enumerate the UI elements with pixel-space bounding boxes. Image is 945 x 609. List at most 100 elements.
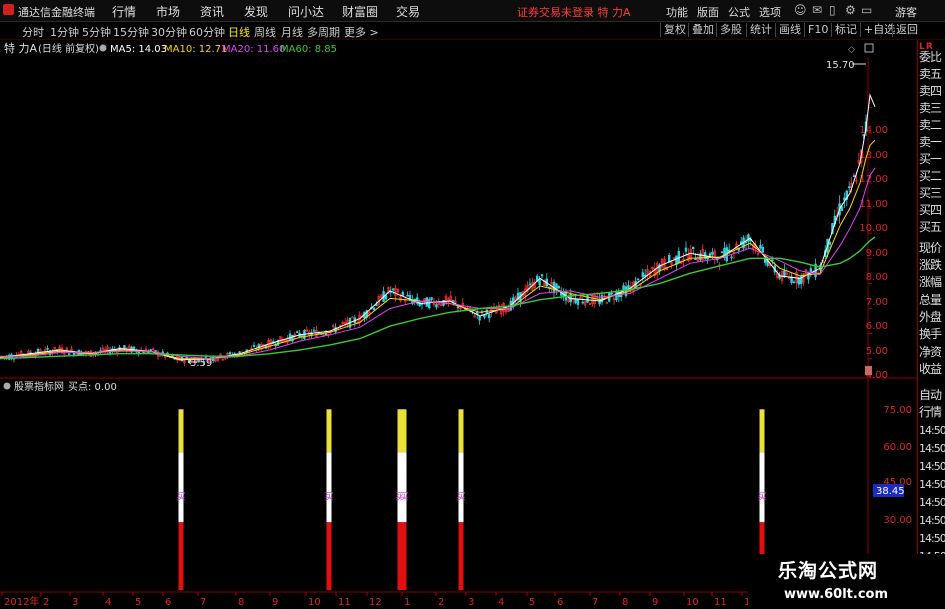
label-ask2: 卖二: [919, 118, 942, 132]
zoom-icon[interactable]: [864, 43, 874, 53]
candle-body: [406, 294, 409, 297]
label-change-pct: 涨幅: [919, 275, 942, 289]
candle-body: [351, 316, 354, 319]
quote-side-panel: L R 委比 卖五 卖四 卖三 卖二 卖一 买一 买二 买三 买四 买五 现价 …: [918, 40, 945, 609]
candle-body: [123, 345, 126, 350]
candle-body: [636, 278, 640, 281]
price-tick: 10.00: [859, 223, 888, 234]
candle-body: [46, 347, 49, 350]
chart-area[interactable]: 特 力A (日线 前复权) MA5: 14.03 MA10: 12.71 MA2…: [0, 40, 945, 609]
mail-icon[interactable]: ✉: [812, 3, 822, 17]
tick-time: 14:50: [919, 532, 945, 545]
candle-body: [763, 258, 767, 263]
period-monthly[interactable]: 月线: [281, 24, 303, 40]
period-tick[interactable]: 分时: [22, 24, 44, 40]
menu-trade[interactable]: 交易: [396, 3, 420, 20]
menu-wealth[interactable]: 财富圈: [342, 3, 378, 20]
signal-bar-white: [458, 452, 464, 523]
low-price-label: 3.59: [190, 358, 212, 369]
settings-icon[interactable]: ⚙: [845, 3, 856, 17]
indicator-tick: 75.00: [883, 405, 912, 416]
candle-body: [391, 288, 395, 291]
settings-dot-icon[interactable]: [99, 44, 107, 52]
btn-draw[interactable]: 画线: [775, 23, 804, 37]
label-price: 现价: [919, 241, 942, 255]
candle-body: [528, 283, 532, 286]
signal-bar-white: [401, 452, 407, 523]
label-quotes[interactable]: 行情: [919, 403, 942, 420]
menu-layout[interactable]: 版面: [697, 4, 719, 20]
signal-bar-yellow: [178, 409, 184, 453]
period-1min[interactable]: 1分钟: [50, 24, 79, 40]
period-5min[interactable]: 5分钟: [82, 24, 111, 40]
period-30min[interactable]: 30分钟: [151, 24, 187, 40]
btn-f10[interactable]: F10: [804, 23, 831, 37]
label-ask4: 卖四: [919, 84, 942, 98]
x-tick-label: 12: [369, 597, 382, 608]
menu-quotes[interactable]: 行情: [112, 3, 136, 20]
x-tick-label: 11: [338, 597, 351, 608]
main-chart-legend: 特 力A (日线 前复权) MA5: 14.03 MA10: 12.71 MA2…: [4, 41, 337, 55]
period-15min[interactable]: 15分钟: [113, 24, 149, 40]
x-tick-label: 2: [438, 597, 444, 608]
mobile-icon[interactable]: ▯: [829, 3, 836, 17]
btn-back[interactable]: 返回: [892, 23, 921, 37]
ma20-line: [0, 167, 876, 360]
login-notice[interactable]: 证券交易未登录 特 力A: [517, 4, 631, 20]
period-multi[interactable]: 多周期: [307, 24, 340, 40]
indicator-legend: 股票指标网 买点: 0.00: [3, 380, 117, 393]
label-bid2: 买二: [919, 169, 942, 183]
candle-body: [840, 206, 844, 211]
ma5-line: [0, 93, 876, 361]
indicator-settings-icon[interactable]: [3, 382, 11, 390]
period-more[interactable]: 更多 >: [344, 24, 379, 40]
x-tick-label: 10: [308, 597, 321, 608]
diamond-icon[interactable]: ◇: [848, 45, 855, 55]
candle-body: [847, 186, 851, 188]
price-tick: 11.00: [859, 199, 888, 210]
candle-body: [771, 259, 774, 261]
x-tick-label: 7: [592, 597, 598, 608]
menu-function[interactable]: 功能: [666, 4, 688, 20]
btn-overlay[interactable]: 叠加: [688, 23, 717, 37]
menu-options[interactable]: 选项: [759, 4, 781, 20]
btn-multi-stock[interactable]: 多股: [716, 23, 745, 37]
label-earnings: 收益: [919, 362, 942, 376]
candle-body: [312, 329, 316, 332]
feedback-icon[interactable]: ☺: [794, 3, 807, 17]
candle-body: [384, 295, 388, 300]
menu-news[interactable]: 资讯: [200, 3, 224, 20]
candle-body: [828, 241, 832, 245]
moving-average-lines: [0, 93, 876, 361]
period-60min[interactable]: 60分钟: [189, 24, 225, 40]
period-daily[interactable]: 日线: [228, 24, 250, 40]
menu-discover[interactable]: 发现: [244, 3, 268, 20]
label-change: 涨跌: [919, 258, 942, 272]
candle-body: [581, 301, 585, 304]
x-tick-label: 3: [72, 597, 78, 608]
label-auto[interactable]: 自动: [919, 386, 942, 403]
menu-ask[interactable]: 问小达: [288, 3, 324, 20]
x-tick-label: 3: [468, 597, 474, 608]
time-x-axis: 2012年23456789101112123456789101112: [1, 592, 757, 608]
monitor-icon[interactable]: ▭: [861, 3, 872, 17]
guest-label[interactable]: 游客: [895, 4, 917, 20]
buy-signal-label: 买: [456, 492, 465, 503]
x-tick-label: 9: [272, 597, 278, 608]
btn-mark[interactable]: 标记: [831, 23, 860, 37]
signal-bar-red: [178, 522, 184, 590]
menu-formula[interactable]: 公式: [728, 4, 750, 20]
candle-body: [677, 251, 681, 264]
candle-body: [576, 299, 580, 305]
btn-stats[interactable]: 统计: [746, 23, 775, 37]
candle-body: [586, 294, 589, 303]
menu-market[interactable]: 市场: [156, 3, 180, 20]
label-turnover: 换手: [919, 327, 942, 341]
candle-body: [809, 268, 813, 272]
indicator-value: 买点: 0.00: [68, 381, 117, 393]
scroll-marker-icon[interactable]: [865, 366, 872, 375]
period-weekly[interactable]: 周线: [254, 24, 276, 40]
label-ask3: 卖三: [919, 101, 942, 115]
btn-adjust[interactable]: 复权: [660, 23, 689, 37]
candle-body: [574, 298, 577, 304]
